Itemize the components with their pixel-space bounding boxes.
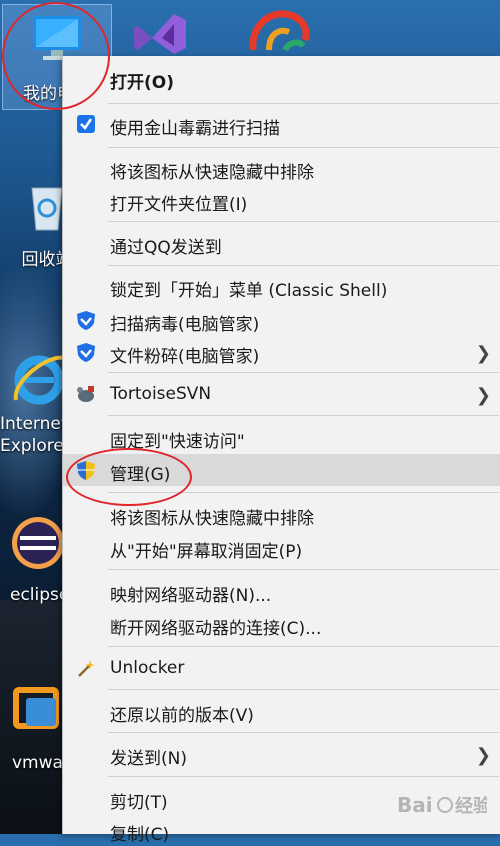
menu-item-label: 复制(C) <box>110 825 170 845</box>
menu-item-label: 使用金山毒霸进行扫描 <box>110 119 280 139</box>
menu-separator <box>108 569 499 570</box>
menu-separator <box>108 776 499 777</box>
chevron-right-icon: ❯ <box>475 343 491 364</box>
magic-wand-icon <box>78 660 95 677</box>
menu-item-open[interactable]: 打开(O) <box>63 62 500 94</box>
menu-item-tortoisesvn[interactable]: TortoiseSVN ❯ <box>63 378 500 410</box>
menu-separator <box>108 265 499 266</box>
menu-item-label: 扫描病毒(电脑管家) <box>110 315 260 335</box>
vmware-icon <box>13 687 59 729</box>
menu-item-send-to[interactable]: 发送到(N) ❯ <box>63 738 500 770</box>
menu-item-label: 映射网络驱动器(N)... <box>110 586 272 606</box>
menu-item-label: 断开网络驱动器的连接(C)... <box>110 619 322 639</box>
desktop-icon-label: Internet Explorer <box>0 414 62 456</box>
app-logo-icon[interactable] <box>245 6 315 58</box>
menu-item-open-folder-location[interactable]: 打开文件夹位置(I) <box>63 184 500 216</box>
menu-item-disconnect-network-drive[interactable]: 断开网络驱动器的连接(C)... <box>63 608 500 640</box>
menu-item-label: 发送到(N) <box>110 749 187 769</box>
menu-item-pin-classic-shell[interactable]: 锁定到「开始」菜单 (Classic Shell) <box>63 270 500 302</box>
menu-item-label: 打开(O) <box>110 73 174 93</box>
menu-item-send-via-qq[interactable]: 通过QQ发送到 <box>63 227 500 259</box>
visual-studio-icon[interactable] <box>130 8 190 56</box>
context-menu: 打开(O) 使用金山毒霸进行扫描 将该图标从快速隐藏中排除 打开文件夹位置(I)… <box>62 56 500 845</box>
tortoise-icon <box>77 386 94 402</box>
chevron-right-icon: ❯ <box>475 385 491 406</box>
menu-item-label: 将该图标从快速隐藏中排除 <box>110 509 314 529</box>
menu-separator <box>108 646 499 647</box>
menu-item-restore-previous-versions[interactable]: 还原以前的版本(V) <box>63 695 500 727</box>
menu-item-unlocker[interactable]: Unlocker <box>63 652 500 684</box>
chevron-right-icon: ❯ <box>475 745 491 766</box>
menu-item-unpin-start[interactable]: 从"开始"屏幕取消固定(P) <box>63 531 500 563</box>
menu-separator <box>108 689 499 690</box>
shield-icon <box>77 311 95 330</box>
menu-separator <box>108 415 499 416</box>
eclipse-icon <box>12 517 64 569</box>
annotation-circle-my-computer <box>2 2 110 110</box>
annotation-circle-manage <box>66 448 192 506</box>
desktop-icon-label: vmware <box>12 753 62 773</box>
menu-item-label: 锁定到「开始」菜单 (Classic Shell) <box>110 281 388 301</box>
shield-icon <box>77 343 95 362</box>
menu-item-kingsoft-scan[interactable]: 使用金山毒霸进行扫描 <box>63 108 500 140</box>
menu-item-file-shredder[interactable]: 文件粉碎(电脑管家) ❯ <box>63 336 500 368</box>
kingsoft-antivirus-icon <box>77 115 95 133</box>
menu-item-label: 文件粉碎(电脑管家) <box>110 347 260 367</box>
menu-item-scan-virus[interactable]: 扫描病毒(电脑管家) <box>63 304 500 336</box>
menu-separator <box>108 147 499 148</box>
menu-item-map-network-drive[interactable]: 映射网络驱动器(N)... <box>63 575 500 607</box>
menu-separator <box>108 221 499 222</box>
menu-item-label: 还原以前的版本(V) <box>110 706 254 726</box>
menu-item-label: 打开文件夹位置(I) <box>110 195 248 215</box>
baidu-watermark-logo: Bai 经验 <box>397 793 487 817</box>
internet-explorer-icon <box>13 355 65 405</box>
menu-item-label: TortoiseSVN <box>110 384 212 404</box>
menu-separator <box>108 372 499 373</box>
menu-item-label: Unlocker <box>110 658 185 678</box>
menu-separator <box>108 732 499 733</box>
desktop-icon-label: eclipse <box>10 585 62 605</box>
menu-item-label: 将该图标从快速隐藏中排除 <box>110 163 314 183</box>
menu-item-label: 从"开始"屏幕取消固定(P) <box>110 542 303 562</box>
menu-separator <box>108 103 499 104</box>
svg-text:Bai: Bai <box>397 793 433 817</box>
svg-text:经验: 经验 <box>455 795 487 817</box>
menu-item-label: 通过QQ发送到 <box>110 238 222 258</box>
menu-item-exclude-quick-hide[interactable]: 将该图标从快速隐藏中排除 <box>63 152 500 184</box>
menu-item-label: 剪切(T) <box>110 793 168 813</box>
